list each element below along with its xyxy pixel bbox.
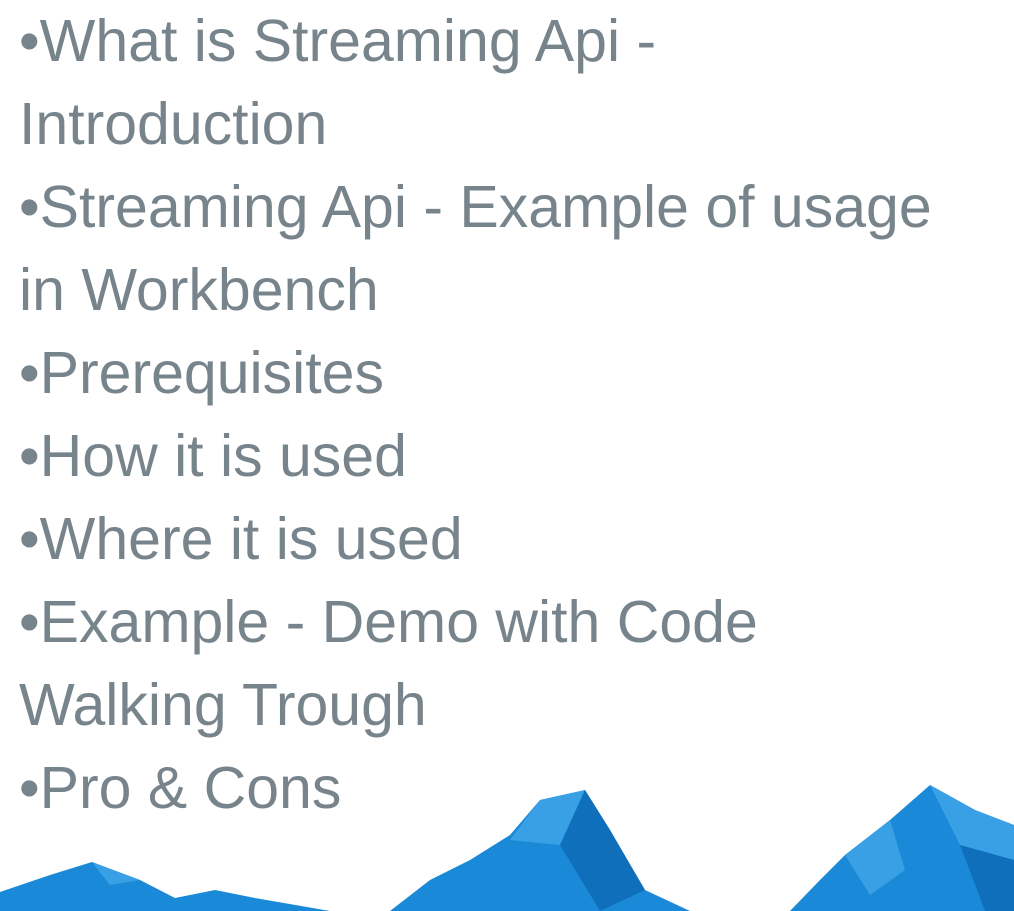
agenda-item: •How it is used	[19, 415, 1014, 498]
agenda-item: •Example - Demo with Code Walking Trough	[19, 581, 1014, 747]
agenda-item-line: •Pro & Cons	[19, 755, 342, 821]
agenda-item: •Where it is used	[19, 498, 1014, 581]
agenda-list: •What is Streaming Api - Introduction •S…	[19, 0, 1014, 830]
slide: •What is Streaming Api - Introduction •S…	[0, 0, 1014, 911]
agenda-item-line: •Example - Demo with Code	[19, 589, 758, 655]
agenda-item-line: Introduction	[19, 91, 328, 157]
agenda-item-line: in Workbench	[19, 257, 379, 323]
agenda-item: •What is Streaming Api - Introduction	[19, 0, 1014, 166]
agenda-item-line: •What is Streaming Api -	[19, 8, 657, 74]
agenda-item-line: •Where it is used	[19, 506, 463, 572]
agenda-item-line: Walking Trough	[19, 672, 427, 738]
agenda-item: •Prerequisites	[19, 332, 1014, 415]
agenda-item-line: •Streaming Api - Example of usage	[19, 174, 932, 240]
agenda-item-line: •Prerequisites	[19, 340, 384, 406]
agenda-item-line: •How it is used	[19, 423, 407, 489]
agenda-item: •Streaming Api - Example of usage in Wor…	[19, 166, 1014, 332]
agenda-item: •Pro & Cons	[19, 747, 1014, 830]
mountain-left-peak	[0, 862, 330, 911]
